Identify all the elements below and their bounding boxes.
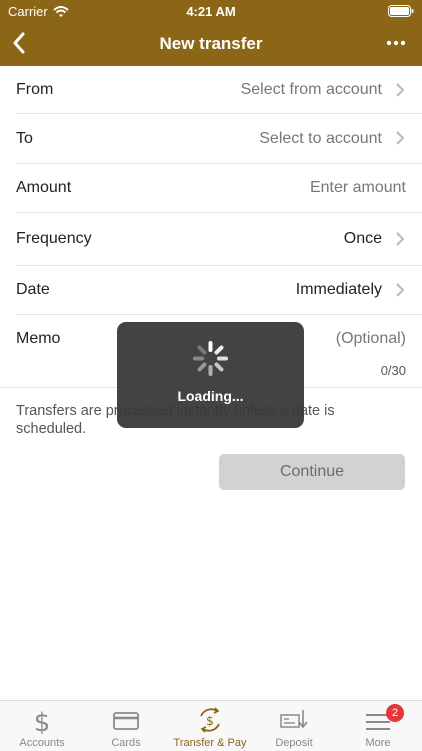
from-value: Select from account <box>240 80 382 98</box>
date-value: Immediately <box>295 281 382 298</box>
tab-label: More <box>365 737 391 749</box>
page-title: New transfer <box>159 34 263 53</box>
memo-char-counter: 0/30 <box>380 363 406 378</box>
date-row[interactable]: Date Immediately <box>16 266 422 315</box>
from-label: From <box>16 80 54 98</box>
notification-badge: 2 <box>386 704 404 722</box>
tab-label: Transfer & Pay <box>173 737 247 749</box>
to-label: To <box>16 129 33 147</box>
chevron-right-icon <box>396 131 404 145</box>
deposit-icon <box>280 710 308 729</box>
frequency-label: Frequency <box>16 230 92 247</box>
loading-overlay: Loading... <box>117 322 304 428</box>
tab-accounts[interactable]: $ Accounts <box>0 701 84 751</box>
more-options-icon[interactable] <box>386 40 406 46</box>
tab-more[interactable]: 2 More <box>336 701 420 751</box>
frequency-row[interactable]: Frequency Once <box>16 213 422 266</box>
tab-bar: $ Accounts Cards $ Transfer & Pay Deposi… <box>0 700 422 751</box>
dollar-icon: $ <box>34 708 51 734</box>
tab-label: Deposit <box>275 737 313 749</box>
date-label: Date <box>16 281 50 298</box>
svg-text:$: $ <box>34 708 51 734</box>
to-row[interactable]: To Select to account <box>16 114 422 164</box>
tab-transfer-pay[interactable]: $ Transfer & Pay <box>168 701 252 751</box>
to-value: Select to account <box>259 129 382 147</box>
chevron-right-icon <box>396 232 404 246</box>
amount-label: Amount <box>16 179 72 196</box>
amount-input[interactable]: Enter amount <box>310 179 406 197</box>
app-header: Carrier 4:21 AM New transfer <box>0 0 422 66</box>
loading-label: Loading... <box>177 388 244 404</box>
status-time: 4:21 AM <box>186 4 236 19</box>
transfer-pay-icon: $ <box>200 707 220 733</box>
amount-row[interactable]: Amount Enter amount <box>16 164 422 213</box>
battery-icon <box>388 5 414 17</box>
tab-deposit[interactable]: Deposit <box>252 701 336 751</box>
chevron-right-icon <box>396 83 404 97</box>
from-row[interactable]: From Select from account <box>16 66 422 114</box>
tab-cards[interactable]: Cards <box>84 701 168 751</box>
status-bar: Carrier 4:21 AM <box>0 0 422 22</box>
frequency-value: Once <box>343 230 382 247</box>
memo-input[interactable]: (Optional) <box>336 330 406 348</box>
spinner-icon <box>193 341 228 376</box>
nav-bar: New transfer <box>0 22 422 66</box>
card-icon <box>113 712 139 730</box>
tab-label: Cards <box>111 737 141 749</box>
memo-label: Memo <box>16 330 61 347</box>
chevron-right-icon <box>396 283 404 297</box>
continue-button[interactable]: Continue <box>219 454 405 490</box>
tab-label: Accounts <box>19 737 65 749</box>
svg-text:$: $ <box>206 714 214 728</box>
